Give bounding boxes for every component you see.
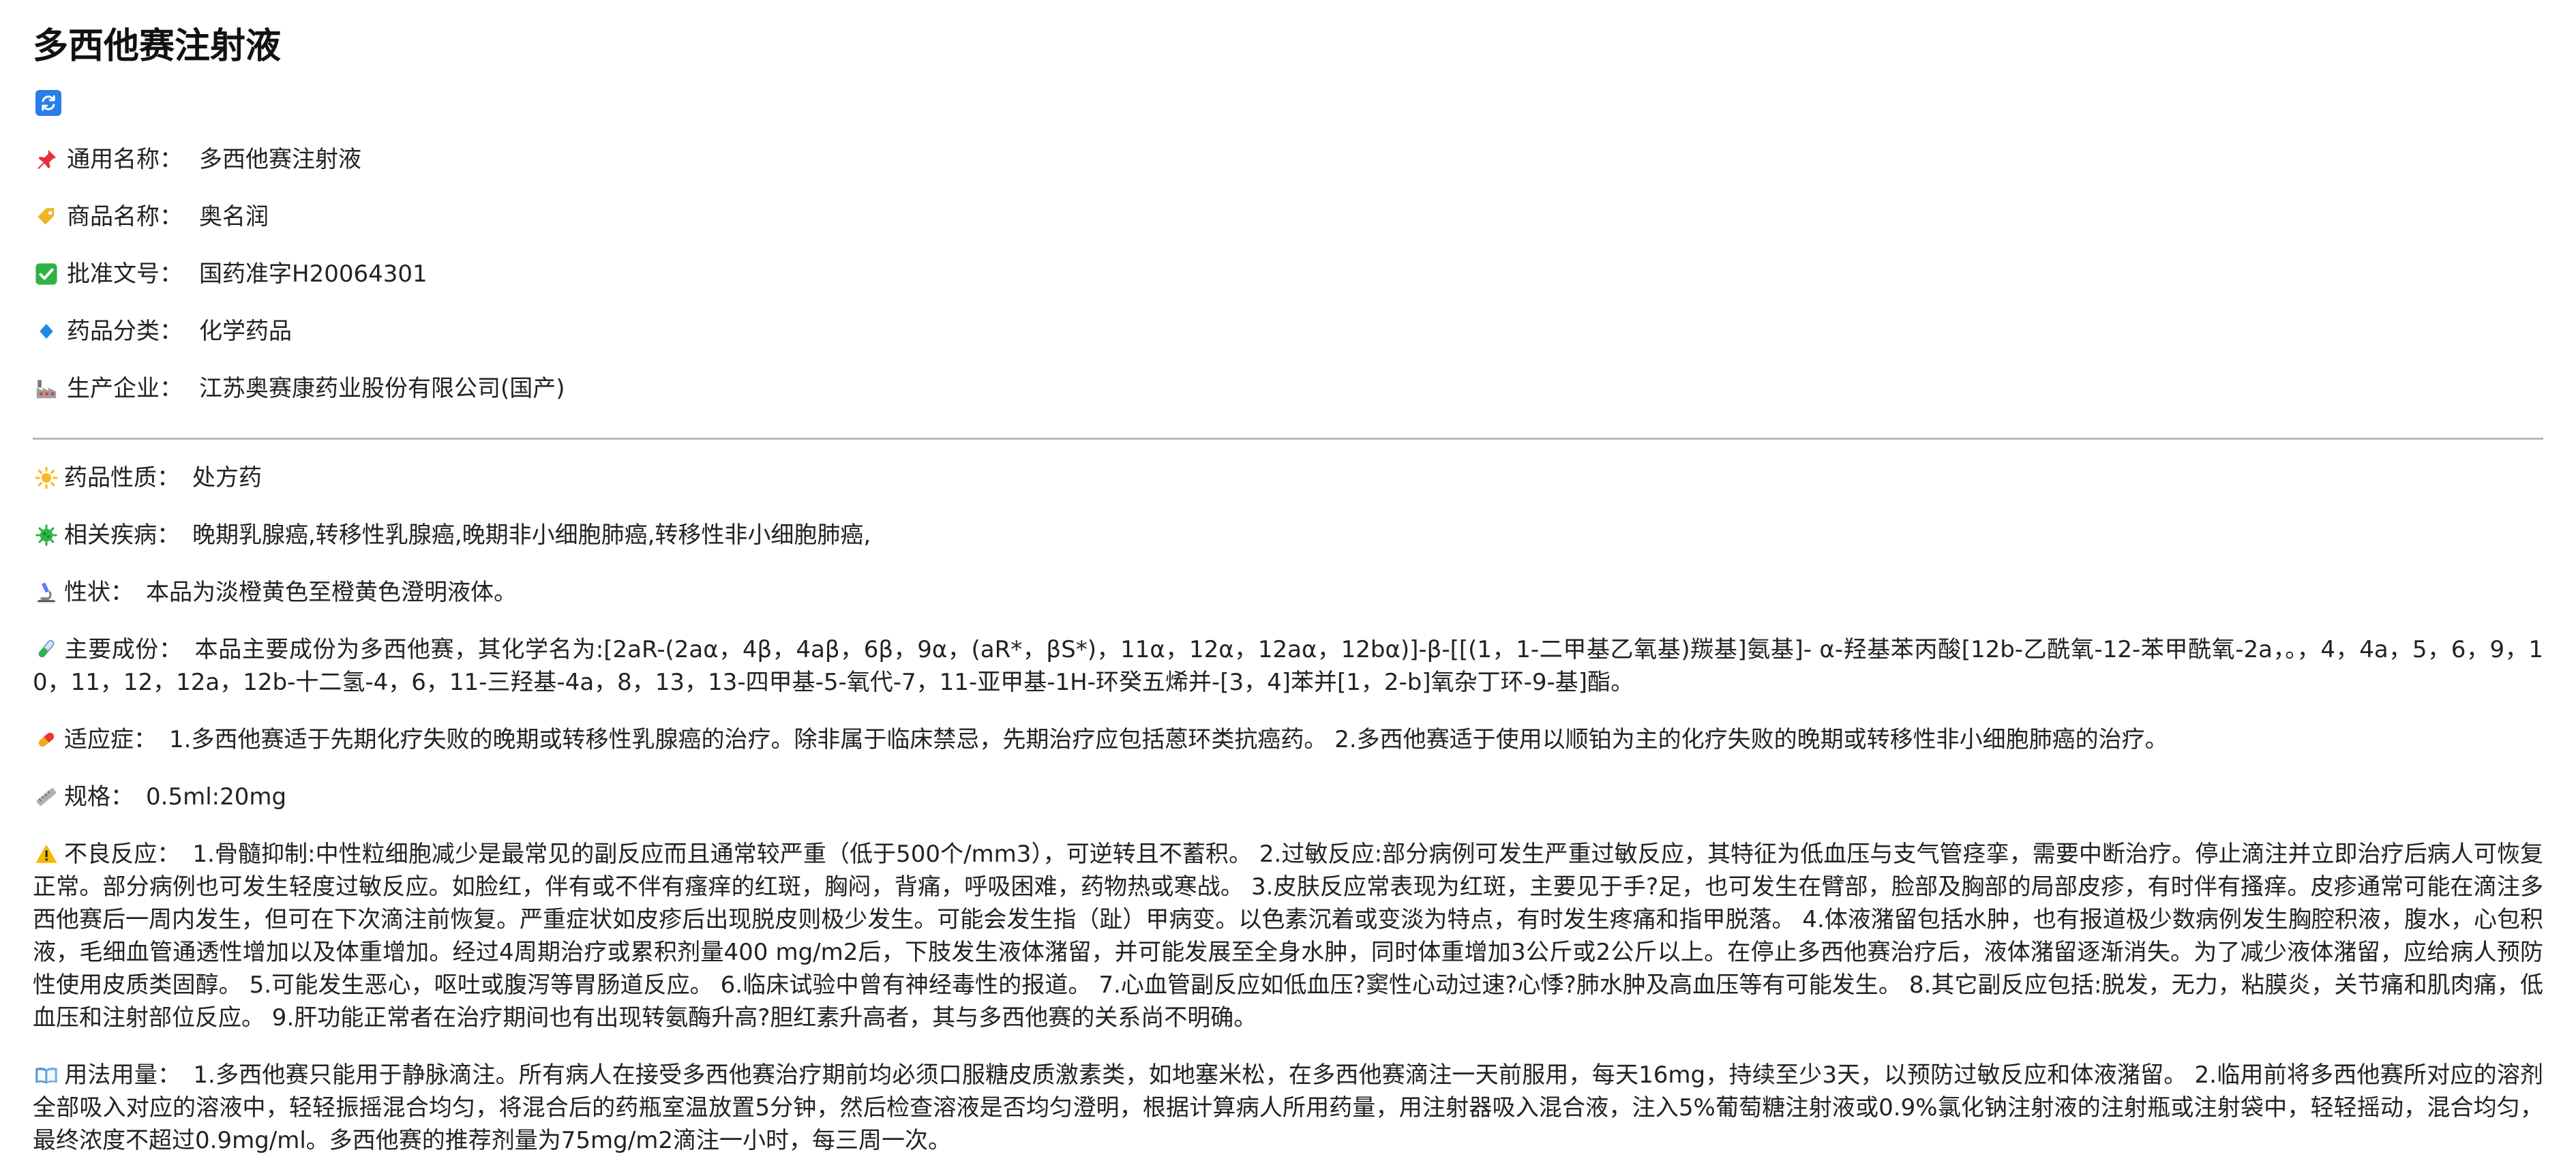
refresh-button[interactable] <box>35 90 61 116</box>
diamond-icon <box>33 315 60 348</box>
trade-name-row: 商品名称： 奥名润 <box>33 200 2543 258</box>
pill-icon <box>33 723 60 756</box>
drug-nature-value: 处方药 <box>192 464 262 492</box>
approval-number-label: 批准文号： <box>67 260 183 288</box>
appearance-label: 性状： <box>64 579 134 606</box>
ingredients-value: 本品主要成份为多西他赛，其化学名为:[2aR-(2aα，4β，4aβ，6β，9α… <box>33 636 2544 696</box>
generic-name-value: 多西他赛注射液 <box>199 146 361 173</box>
category-row: 药品分类： 化学药品 <box>33 315 2543 372</box>
manufacturer-value: 江苏奥赛康药业股份有限公司(国产) <box>199 375 565 402</box>
microscope-icon <box>33 576 60 609</box>
indications-value: 1.多西他赛适于先期化疗失败的晚期或转移性乳腺癌的治疗。除非属于临床禁忌，先期治… <box>169 726 2168 753</box>
specification-label: 规格： <box>64 783 134 811</box>
trade-name-label: 商品名称： <box>67 203 183 230</box>
test-tube-icon <box>33 633 60 666</box>
appearance-section: 性状： 本品为淡橙黄色至橙黄色澄明液体。 <box>33 576 2543 609</box>
ingredients-label: 主要成份： <box>64 636 183 663</box>
indications-label: 适应症： <box>64 726 157 753</box>
sun-icon <box>33 462 60 494</box>
generic-name-row: 通用名称： 多西他赛注射液 <box>33 143 2543 200</box>
dosage-value: 1.多西他赛只能用于静脉滴注。所有病人在接受多西他赛治疗期前均必须口服糖皮质激素… <box>33 1061 2544 1154</box>
manufacturer-label: 生产企业： <box>67 375 183 402</box>
dosage-label: 用法用量： <box>64 1061 181 1089</box>
specification-section: 规格： 0.5ml:20mg <box>33 781 2543 813</box>
checkmark-icon <box>33 258 60 290</box>
related-diseases-label: 相关疾病： <box>64 522 180 549</box>
specification-value: 0.5ml:20mg <box>146 783 287 811</box>
approval-number-row: 批准文号： 国药准字H20064301 <box>33 258 2543 315</box>
dosage-section: 用法用量： 1.多西他赛只能用于静脉滴注。所有病人在接受多西他赛治疗期前均必须口服… <box>33 1059 2543 1157</box>
indications-section: 适应症： 1.多西他赛适于先期化疗失败的晚期或转移性乳腺癌的治疗。除非属于临床禁忌… <box>33 723 2543 756</box>
adverse-reactions-value: 1.骨髓抑制:中性粒细胞减少是最常见的副反应而且通常较严重（低于500个/mm3… <box>33 841 2544 1031</box>
factory-icon <box>33 372 60 405</box>
refresh-icon <box>42 95 55 111</box>
pushpin-icon <box>33 143 60 176</box>
tag-icon <box>33 200 60 233</box>
related-diseases-section: 相关疾病： 晚期乳腺癌,转移性乳腺癌,晚期非小细胞肺癌,转移性非小细胞肺癌, <box>33 519 2543 552</box>
approval-number-value: 国药准字H20064301 <box>199 260 428 288</box>
adverse-reactions-label: 不良反应： <box>64 841 181 868</box>
trade-name-value: 奥名润 <box>199 203 269 230</box>
related-diseases-value: 晚期乳腺癌,转移性乳腺癌,晚期非小细胞肺癌,转移性非小细胞肺癌, <box>192 522 871 549</box>
ingredients-section: 主要成份： 本品主要成份为多西他赛，其化学名为:[2aR-(2aα，4β，4aβ，… <box>33 633 2543 699</box>
category-value: 化学药品 <box>199 318 292 345</box>
page-title: 多西他赛注射液 <box>33 26 282 67</box>
warning-icon <box>33 838 60 871</box>
open-book-icon <box>33 1059 60 1091</box>
section-divider <box>33 438 2543 440</box>
category-label: 药品分类： <box>67 318 183 345</box>
microbe-icon <box>33 519 60 552</box>
manufacturer-row: 生产企业： 江苏奥赛康药业股份有限公司(国产) <box>33 372 2543 429</box>
drug-nature-label: 药品性质： <box>64 464 180 492</box>
generic-name-label: 通用名称： <box>67 146 183 173</box>
drug-nature-section: 药品性质： 处方药 <box>33 462 2543 494</box>
ruler-icon <box>33 781 60 813</box>
adverse-reactions-section: 不良反应： 1.骨髓抑制:中性粒细胞减少是最常见的副反应而且通常较严重（低于500… <box>33 838 2543 1034</box>
drug-detail-page: 多西他赛注射液 通用名称： 多西他赛注射液 商品名称： 奥名润 批准文号： 国药… <box>0 0 2576 1176</box>
appearance-value: 本品为淡橙黄色至橙黄色澄明液体。 <box>146 579 517 606</box>
